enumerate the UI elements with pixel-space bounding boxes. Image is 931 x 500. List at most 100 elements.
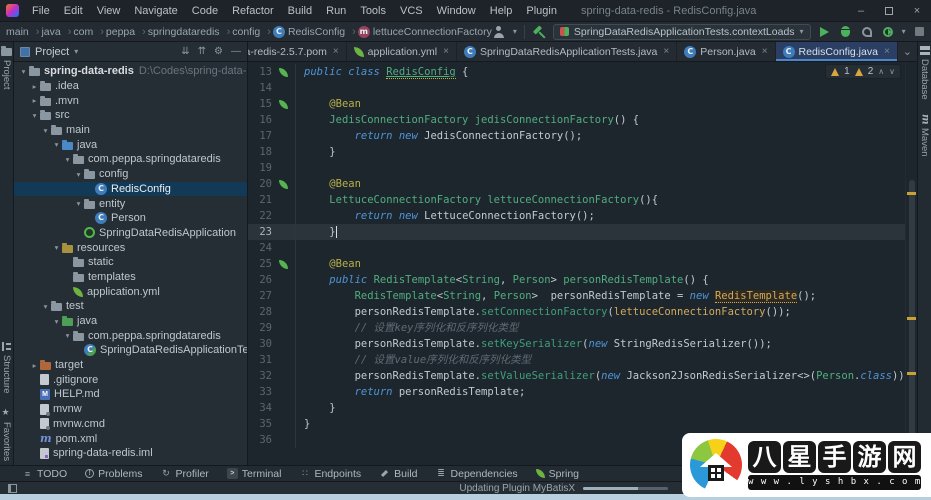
- toolwindow-profiler[interactable]: ↻Profiler: [161, 468, 209, 480]
- tab-person-java[interactable]: CPerson.java×: [677, 42, 775, 61]
- breadcrumb-item-config[interactable]: config: [232, 26, 271, 38]
- tree-item-mvnw[interactable]: mvnw: [14, 402, 247, 417]
- tree-item-mvnw-cmd[interactable]: mvnw.cmd: [14, 417, 247, 432]
- breadcrumb-item-com[interactable]: com: [73, 26, 104, 38]
- code-line-14[interactable]: 14: [248, 80, 905, 96]
- warning-stripe-mark[interactable]: [907, 317, 916, 320]
- toolwindow-dependencies[interactable]: ≣Dependencies: [436, 468, 518, 480]
- toolwindow-spring[interactable]: Spring: [536, 468, 579, 480]
- code-line-17[interactable]: 17 return new JedisConnectionFactory();: [248, 128, 905, 144]
- menu-refactor[interactable]: Refactor: [226, 3, 280, 19]
- tree-chevron-icon[interactable]: ▾: [51, 140, 62, 149]
- tree-chevron-icon[interactable]: ▾: [40, 302, 51, 311]
- tree-item--mvn[interactable]: ▸.mvn: [14, 93, 247, 108]
- profiler-dropdown-icon[interactable]: ▾: [902, 27, 906, 36]
- layout-toggle-icon[interactable]: [8, 484, 17, 493]
- tree-item-entity[interactable]: ▾entity: [14, 196, 247, 211]
- tree-item-application-yml[interactable]: application.yml: [14, 284, 247, 299]
- menu-help[interactable]: Help: [484, 3, 519, 19]
- hide-panel-icon[interactable]: —: [231, 46, 241, 57]
- line-number[interactable]: 36: [248, 432, 272, 448]
- tree-chevron-icon[interactable]: ▸: [29, 361, 40, 370]
- line-number[interactable]: 28: [248, 304, 272, 320]
- code-line-23[interactable]: 23 }: [248, 224, 905, 240]
- tree-item-java[interactable]: ▾java: [14, 314, 247, 329]
- user-dropdown-icon[interactable]: ▾: [513, 27, 517, 36]
- tree-item-springdataredisapplication[interactable]: SpringDataRedisApplication: [14, 226, 247, 241]
- settings-gear-icon[interactable]: ⚙: [214, 46, 223, 57]
- tree-item-test[interactable]: ▾test: [14, 299, 247, 314]
- tree-item--idea[interactable]: ▸.idea: [14, 79, 247, 94]
- run-configuration-select[interactable]: SpringDataRedisApplicationTests.contextL…: [553, 24, 811, 40]
- maximize-button[interactable]: [875, 0, 903, 21]
- tree-chevron-icon[interactable]: ▾: [62, 155, 73, 164]
- code-line-32[interactable]: 32 personRedisTemplate.setValueSerialize…: [248, 368, 905, 384]
- line-number[interactable]: 17: [248, 128, 272, 144]
- code-line-25[interactable]: 25 @Bean: [248, 256, 905, 272]
- menu-file[interactable]: File: [26, 3, 56, 19]
- code-line-20[interactable]: 20 @Bean: [248, 176, 905, 192]
- tree-item-spring-data-redis-iml[interactable]: spring-data-redis.iml: [14, 446, 247, 461]
- strip-item-database[interactable]: Database: [919, 46, 930, 100]
- tree-chevron-icon[interactable]: ▾: [73, 170, 84, 179]
- line-number[interactable]: 32: [248, 368, 272, 384]
- line-number[interactable]: 13: [248, 64, 272, 80]
- tree-chevron-icon[interactable]: ▾: [51, 317, 62, 326]
- line-number[interactable]: 14: [248, 80, 272, 96]
- menu-build[interactable]: Build: [282, 3, 318, 19]
- prev-warning-icon[interactable]: ∧: [878, 67, 884, 76]
- line-number[interactable]: 16: [248, 112, 272, 128]
- project-panel-title[interactable]: Project: [35, 46, 69, 58]
- menu-window[interactable]: Window: [431, 3, 482, 19]
- line-number[interactable]: 24: [248, 240, 272, 256]
- code-line-28[interactable]: 28 personRedisTemplate.setConnectionFact…: [248, 304, 905, 320]
- tree-chevron-icon[interactable]: ▾: [18, 67, 29, 76]
- minimize-button[interactable]: –: [847, 0, 875, 21]
- tree-chevron-icon[interactable]: ▾: [73, 199, 84, 208]
- code-line-33[interactable]: 33 return personRedisTemplate;: [248, 384, 905, 400]
- stop-button[interactable]: [915, 27, 924, 36]
- expand-all-icon[interactable]: ⇊: [181, 46, 189, 57]
- tree-item-static[interactable]: static: [14, 255, 247, 270]
- line-number[interactable]: 27: [248, 288, 272, 304]
- tree-chevron-icon[interactable]: ▾: [62, 331, 73, 340]
- line-number[interactable]: 30: [248, 336, 272, 352]
- close-button[interactable]: ×: [903, 0, 931, 21]
- code-line-22[interactable]: 22 return new LettuceConnectionFactory()…: [248, 208, 905, 224]
- code-line-18[interactable]: 18 }: [248, 144, 905, 160]
- tree-item-pom-xml[interactable]: mpom.xml: [14, 431, 247, 446]
- code-line-30[interactable]: 30 personRedisTemplate.setKeySerializer(…: [248, 336, 905, 352]
- tree-item-main[interactable]: ▾main: [14, 123, 247, 138]
- code-line-21[interactable]: 21 LettuceConnectionFactory lettuceConne…: [248, 192, 905, 208]
- project-view-dropdown-icon[interactable]: ▾: [74, 47, 78, 56]
- tree-item-java[interactable]: ▾java: [14, 137, 247, 152]
- tab-application-yml[interactable]: application.yml×: [347, 42, 457, 61]
- tab-boot-starter-data-redis-2-5-7-pom[interactable]: mboot-starter-data-redis-2.5.7.pom×: [248, 42, 347, 61]
- editor-scrollbar[interactable]: [905, 62, 917, 465]
- tree-chevron-icon[interactable]: ▾: [29, 111, 40, 120]
- tree-chevron-icon[interactable]: ▸: [29, 82, 40, 91]
- inspections-widget[interactable]: 1 2 ∧ ∨: [825, 64, 901, 79]
- strip-item-favorites[interactable]: ★Favorites: [1, 408, 12, 461]
- strip-item-maven[interactable]: mMaven: [919, 114, 930, 157]
- collapse-all-icon[interactable]: ⇈: [198, 46, 206, 57]
- strip-item-project[interactable]: Project: [1, 46, 12, 90]
- breadcrumb-item-peppa[interactable]: peppa: [106, 26, 146, 38]
- user-profile-icon[interactable]: [492, 25, 506, 39]
- close-tab-icon[interactable]: ×: [762, 46, 768, 57]
- tree-item-redisconfig[interactable]: CRedisConfig: [14, 182, 247, 197]
- code-line-19[interactable]: 19: [248, 160, 905, 176]
- line-number[interactable]: 15: [248, 96, 272, 112]
- breadcrumb-item-springdataredis[interactable]: springdataredis: [148, 26, 230, 38]
- line-number[interactable]: 25: [248, 256, 272, 272]
- breadcrumb-item-main[interactable]: main: [6, 26, 39, 38]
- menu-view[interactable]: View: [91, 3, 127, 19]
- tree-chevron-icon[interactable]: ▾: [51, 243, 62, 252]
- toolwindow-problems[interactable]: !Problems: [85, 468, 142, 480]
- toolwindow-todo[interactable]: ≡TODO: [22, 468, 67, 480]
- code-line-27[interactable]: 27 RedisTemplate<String, Person> personR…: [248, 288, 905, 304]
- toolwindow-endpoints[interactable]: ∷Endpoints: [299, 468, 361, 480]
- menu-plugin[interactable]: Plugin: [520, 3, 563, 19]
- code-line-26[interactable]: 26 public RedisTemplate<String, Person> …: [248, 272, 905, 288]
- run-button[interactable]: [820, 27, 829, 37]
